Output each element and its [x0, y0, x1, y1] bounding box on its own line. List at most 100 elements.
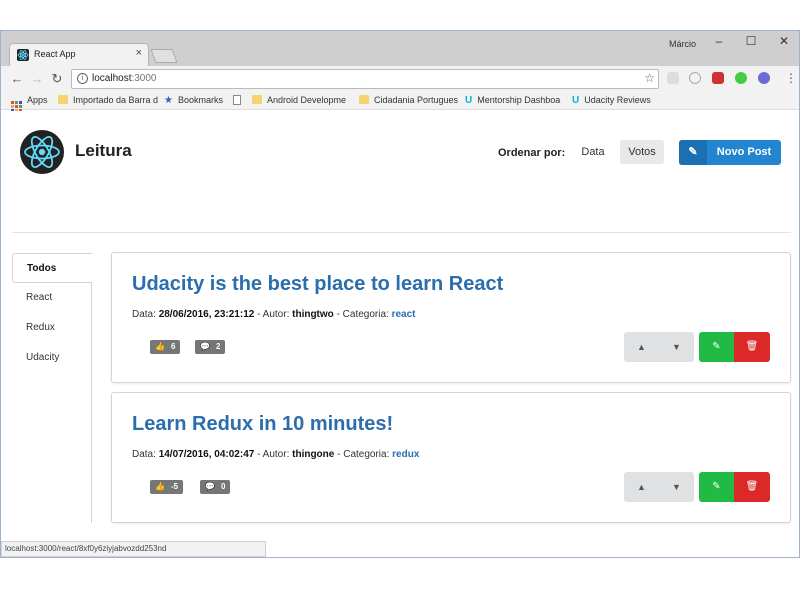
extension-green-icon[interactable]	[735, 72, 747, 84]
comments-icon: 💬	[205, 482, 215, 491]
udacity-icon: U	[465, 95, 473, 106]
app-title: Leitura	[75, 141, 132, 160]
edit-post-button[interactable]: ✎	[699, 472, 734, 502]
new-tab-button[interactable]	[150, 49, 178, 63]
tab-title: React App	[34, 49, 76, 59]
browser-menu-icon[interactable]: ⋮	[785, 71, 797, 85]
bookmark-label: Cidadania Portugues	[374, 95, 459, 105]
author-label: - Autor:	[254, 309, 290, 320]
date-label: Data:	[132, 309, 156, 320]
extension-purple-icon[interactable]	[758, 72, 770, 84]
new-post-label: Novo Post	[716, 146, 772, 158]
post-title[interactable]: Udacity is the best place to learn React	[132, 273, 503, 296]
upvote-button[interactable]: ▲	[624, 472, 659, 502]
category-label: - Categoria:	[333, 309, 389, 320]
bookmark-page[interactable]	[233, 95, 246, 106]
react-logo-icon	[20, 130, 64, 174]
downvote-button[interactable]: ▼	[659, 472, 694, 502]
comment-count: 0	[220, 482, 226, 491]
thumbs-up-icon: 👍	[155, 482, 165, 491]
bookmark-mentorship[interactable]: U Mentorship Dashboa	[465, 95, 560, 106]
close-window-icon[interactable]: ✕	[774, 34, 794, 48]
forward-icon[interactable]: →	[29, 71, 45, 86]
post-meta: Data: 28/06/2016, 23:21:12 - Autor: thin…	[132, 309, 416, 320]
profile-name[interactable]: Márcio	[669, 39, 696, 49]
sidebar-item-udacity[interactable]: Udacity	[12, 343, 92, 373]
delete-post-button[interactable]: 🗑	[734, 472, 770, 502]
bookmark-udacity-reviews[interactable]: U Udacity Reviews	[572, 95, 651, 106]
bookmark-importado[interactable]: Importado da Barra d	[58, 95, 158, 105]
post-date: 14/07/2016, 04:02:47	[158, 449, 255, 460]
status-bar: localhost:3000/react/8xf0y6ziyjabvozdd25…	[1, 541, 266, 557]
browser-toolbar: ← → ↻ i localhost:3000 ☆	[1, 66, 799, 92]
new-post-button[interactable]: ✎ Novo Post	[679, 140, 781, 165]
sort-label: Ordenar por:	[498, 147, 566, 159]
maximize-icon[interactable]: ☐	[741, 34, 761, 48]
react-favicon-icon	[17, 49, 29, 61]
bookmark-label: Mentorship Dashboa	[477, 95, 561, 105]
bookmark-star-icon[interactable]: ☆	[644, 71, 655, 85]
delete-post-button[interactable]: 🗑	[734, 332, 770, 362]
category-label: - Categoria:	[334, 449, 390, 460]
vote-buttons: ▲ ▼	[624, 332, 694, 362]
tab-close-icon[interactable]: ×	[136, 47, 142, 59]
vote-count: 6	[170, 342, 176, 351]
vote-count-badge: 👍 -5	[150, 480, 184, 494]
post-category[interactable]: react	[392, 309, 416, 320]
extension-circle-icon[interactable]	[689, 72, 701, 84]
url-host: localhost	[92, 73, 132, 84]
udacity-icon: U	[572, 95, 580, 106]
edit-icon: ✎	[679, 140, 707, 165]
back-icon[interactable]: ←	[9, 71, 25, 86]
bookmark-bookmarks[interactable]: ★ Bookmarks	[164, 95, 223, 106]
upvote-button[interactable]: ▲	[624, 332, 659, 362]
sort-by-votes-button[interactable]: Votos	[620, 140, 664, 164]
page-icon	[233, 95, 241, 105]
folder-icon	[252, 95, 262, 104]
reload-icon[interactable]: ↻	[49, 71, 65, 87]
star-icon: ★	[164, 95, 173, 106]
browser-tab[interactable]: React App ×	[9, 43, 149, 67]
bookmark-label: Udacity Reviews	[584, 95, 651, 105]
category-sidebar: Todos React Redux Udacity	[12, 253, 93, 523]
folder-icon	[58, 95, 68, 104]
bookmark-label: Importado da Barra d	[73, 95, 159, 105]
info-icon[interactable]: i	[77, 73, 88, 84]
vote-count: -5	[170, 482, 179, 491]
post-date: 28/06/2016, 23:21:12	[158, 309, 255, 320]
post-meta: Data: 14/07/2016, 04:02:47 - Autor: thin…	[132, 449, 419, 460]
extension-red-icon[interactable]	[712, 72, 724, 84]
comment-count-badge: 💬 0	[200, 480, 231, 494]
post-card: Udacity is the best place to learn React…	[111, 252, 791, 383]
sort-by-date-button[interactable]: Data	[573, 140, 613, 164]
bookmark-label: Android Developme	[267, 95, 347, 105]
author-label: - Autor:	[254, 449, 290, 460]
downvote-button[interactable]: ▼	[659, 332, 694, 362]
minimize-icon[interactable]: –	[709, 34, 729, 48]
post-author: thingone	[292, 449, 335, 460]
extension-flag-icon[interactable]	[667, 72, 679, 84]
post-author: thingtwo	[292, 309, 334, 320]
bookmark-android[interactable]: Android Developme	[252, 95, 346, 105]
browser-window: React App × Márcio – ☐ ✕ ← → ↻ i localho…	[0, 30, 800, 558]
post-card: Learn Redux in 10 minutes! Data: 14/07/2…	[111, 392, 791, 523]
bookmark-label: Bookmarks	[177, 95, 223, 105]
comment-count-badge: 💬 2	[195, 340, 226, 354]
edit-post-button[interactable]: ✎	[699, 332, 734, 362]
folder-icon	[359, 95, 369, 104]
bookmark-apps[interactable]: Apps	[11, 95, 48, 112]
address-bar[interactable]: i localhost:3000 ☆	[71, 69, 659, 89]
bookmark-cidadania[interactable]: Cidadania Portugues	[359, 95, 458, 105]
comment-count: 2	[215, 342, 221, 351]
sidebar-item-redux[interactable]: Redux	[12, 313, 92, 343]
bookmark-label: Apps	[27, 95, 48, 105]
date-label: Data:	[132, 449, 156, 460]
url-port: :3000	[131, 73, 157, 84]
sidebar-item-react[interactable]: React	[12, 283, 92, 313]
post-category[interactable]: redux	[392, 449, 419, 460]
post-title[interactable]: Learn Redux in 10 minutes!	[132, 413, 393, 436]
sidebar-item-todos[interactable]: Todos	[12, 253, 93, 283]
vote-count-badge: 👍 6	[150, 340, 181, 354]
header-divider	[12, 232, 791, 233]
page-content: Leitura Ordenar por: Data Votos ✎ Novo P…	[1, 111, 799, 557]
